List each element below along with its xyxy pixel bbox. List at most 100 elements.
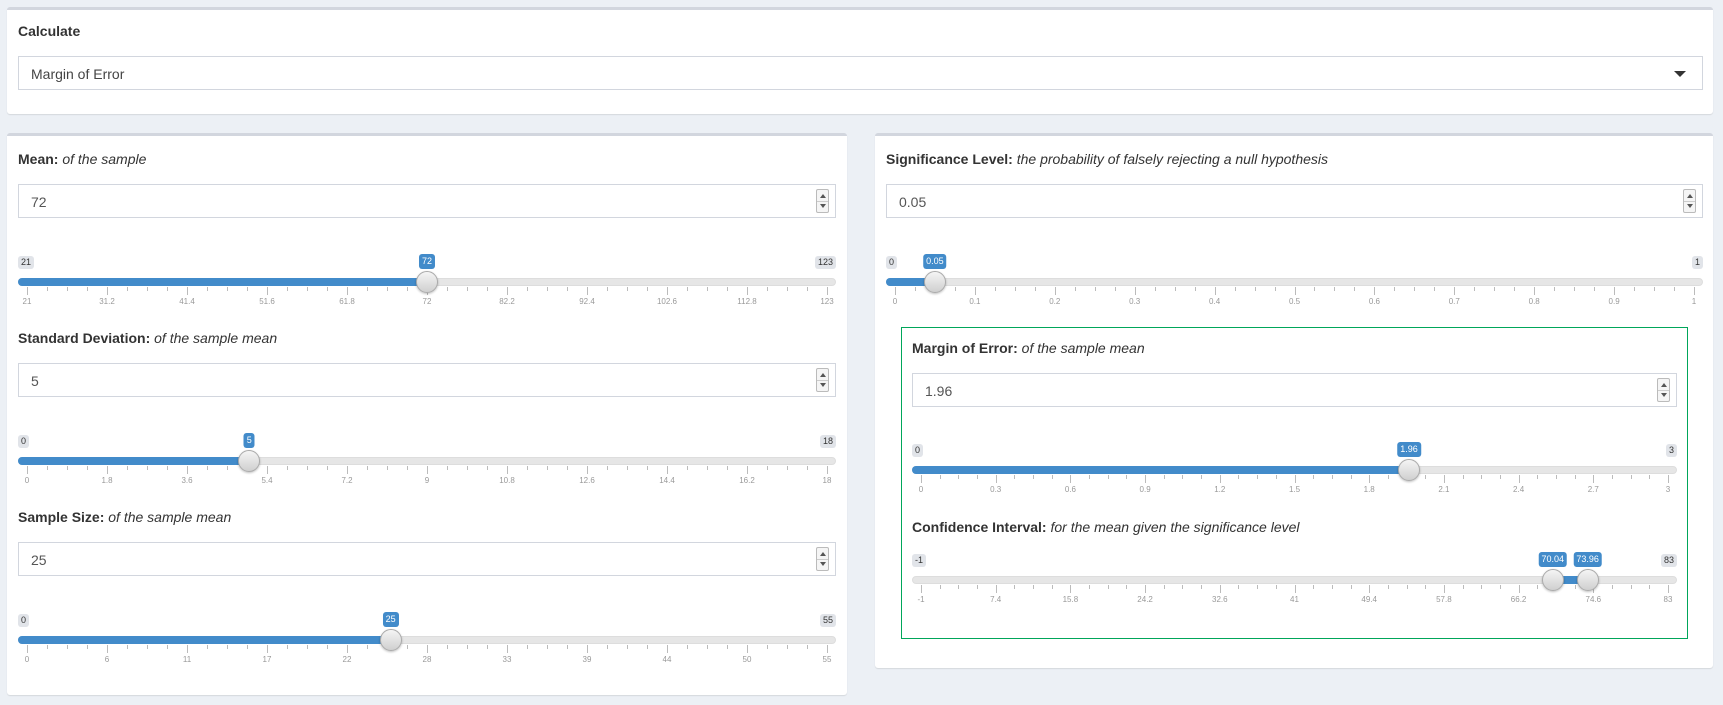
slider-tick-label: 6	[104, 655, 110, 664]
slider-tick	[87, 645, 88, 649]
slider-tick	[1425, 585, 1427, 589]
slider-tick	[1154, 287, 1156, 291]
slider-max-label: 55	[819, 614, 836, 627]
slider-tick	[1462, 585, 1464, 589]
slider-tick	[1394, 287, 1396, 291]
slider-tick	[939, 585, 941, 589]
slider-tick	[267, 466, 268, 474]
slider-tick	[547, 645, 548, 649]
slider-tick	[507, 287, 508, 295]
mean-input[interactable]: 72	[18, 184, 836, 218]
moe-input[interactable]: 1.96	[912, 373, 1677, 407]
moe-input-value: 1.96	[925, 383, 953, 399]
moe-slider[interactable]: 0 3 0 0.3 0.6 0.9 1.2 1.5 1.8 2.1 2.4 2.7 3 1.96	[912, 442, 1677, 504]
slider-tick	[627, 287, 628, 291]
slider-tick-label: 0.9	[1139, 485, 1151, 494]
slider-tick	[1145, 475, 1147, 483]
slider-tick	[1033, 585, 1035, 589]
slider-tick	[407, 466, 408, 470]
slider-handle[interactable]	[923, 271, 946, 293]
n-slider[interactable]: 0 55 0 6 11 17 22 28 33 39 44 50 55 25	[18, 612, 836, 674]
slider-tick	[1443, 475, 1445, 483]
slider-tick	[1275, 585, 1277, 589]
mean-slider[interactable]: 21 123 21 31.2 41.4 51.6 61.8 72 82.2 92.4 102.6 11…	[18, 254, 836, 316]
sd-label: Standard Deviation: of the sample mean	[18, 330, 278, 346]
slider-tick-label: 28	[422, 655, 432, 664]
slider-min-label: 0	[18, 435, 30, 448]
slider-tick	[1014, 585, 1016, 589]
slider-tick-label: -1	[917, 595, 925, 604]
slider-tick	[1238, 475, 1240, 479]
slider-tick	[1369, 585, 1371, 593]
slider-tick	[767, 645, 768, 649]
slider-tick-label: 0	[24, 655, 30, 664]
slider-tick	[1257, 475, 1259, 479]
slider-handle[interactable]	[1576, 569, 1599, 591]
slider-tick-label: 66.2	[1510, 595, 1527, 604]
slider-tick-label: 0.6	[1368, 297, 1380, 306]
slider-tick	[187, 287, 188, 295]
slider-tick	[267, 287, 268, 295]
slider-fill	[18, 636, 391, 644]
slider-tick	[707, 287, 708, 291]
slider-tick-label: 1.5	[1288, 485, 1301, 494]
calculate-select[interactable]: Margin of Error	[18, 56, 1703, 90]
sd-input[interactable]: 5	[18, 363, 836, 397]
slider-tick	[367, 287, 368, 291]
spinner-icon[interactable]	[816, 368, 829, 392]
sd-slider[interactable]: 0 18 0 1.8 3.6 5.4 7.2 9 10.8 12.6 14.4 16.2 18 5	[18, 433, 836, 495]
slider-tick	[187, 466, 188, 474]
slider-tick-label: 55	[822, 655, 832, 664]
slider-tick	[1668, 475, 1669, 483]
slider-tick	[287, 466, 288, 470]
slider-tick	[827, 287, 828, 295]
slider-handle[interactable]	[238, 450, 261, 472]
slider-tick	[1694, 287, 1695, 295]
ci-slider[interactable]: -1 83 -1 7.4 15.8 24.2 32.6 41 49.4 57.8 66.2 74.6 8…	[912, 552, 1677, 614]
slider-tick	[1294, 475, 1296, 483]
slider-tick	[167, 466, 168, 470]
slider-handle[interactable]	[379, 629, 402, 651]
slider-fill	[912, 466, 1410, 474]
slider-tick	[307, 466, 308, 470]
slider-tick	[487, 466, 488, 470]
spinner-icon[interactable]	[816, 547, 829, 571]
alpha-slider[interactable]: 0 1 0 0.1 0.2 0.3 0.4 0.5 0.6 0.7 0.8 0.9 1 0.05	[886, 254, 1703, 316]
slider-tick	[1518, 475, 1520, 483]
n-input[interactable]: 25	[18, 542, 836, 576]
slider-tick	[547, 287, 548, 291]
slider-tick	[939, 475, 941, 479]
slider-tick	[747, 645, 748, 653]
slider-tick	[747, 466, 748, 474]
slider-tick	[327, 466, 328, 470]
spinner-icon[interactable]	[1657, 378, 1670, 402]
slider-tick	[307, 287, 308, 291]
slider-track[interactable]	[886, 278, 1703, 286]
slider-tick	[1668, 585, 1669, 593]
slider-tick	[727, 287, 728, 291]
slider-tick	[27, 645, 28, 653]
slider-tick	[1649, 475, 1651, 479]
slider-tick-label: 123	[820, 297, 834, 306]
slider-tick-label: 3	[1665, 485, 1671, 494]
slider-tick	[1481, 585, 1483, 589]
slider-tick	[627, 645, 628, 649]
slider-tick	[1614, 287, 1616, 295]
alpha-input[interactable]: 0.05	[886, 184, 1703, 218]
slider-max-label: 123	[814, 256, 836, 269]
slider-tick	[507, 645, 508, 653]
slider-tick-label: 57.8	[1436, 595, 1452, 604]
slider-handle[interactable]	[1541, 569, 1564, 591]
slider-tick	[107, 645, 108, 653]
spinner-icon[interactable]	[816, 189, 829, 213]
slider-tick	[747, 287, 748, 295]
slider-tick	[1094, 287, 1096, 291]
slider-tick-label: 1	[1691, 297, 1697, 306]
slider-tick	[167, 645, 168, 649]
slider-tick	[407, 287, 408, 291]
slider-tick	[1126, 475, 1128, 479]
mean-label: Mean: of the sample	[18, 151, 147, 167]
slider-handle[interactable]	[1398, 459, 1421, 481]
slider-handle[interactable]	[416, 271, 438, 293]
spinner-icon[interactable]	[1683, 189, 1696, 213]
